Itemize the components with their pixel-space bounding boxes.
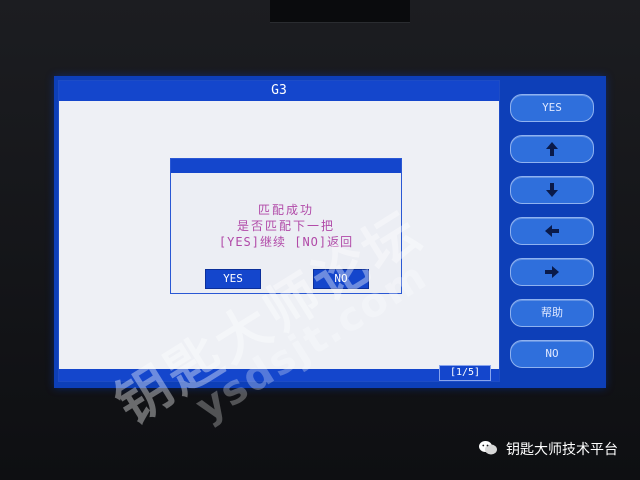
arrow-down-icon bbox=[542, 180, 562, 200]
window-title: G3 bbox=[59, 81, 499, 101]
dialog-no-button[interactable]: NO bbox=[313, 269, 369, 289]
wechat-icon bbox=[478, 440, 498, 460]
side-down-button[interactable] bbox=[510, 176, 594, 204]
arrow-right-icon bbox=[542, 262, 562, 282]
arrow-left-icon bbox=[542, 221, 562, 241]
dialog-title-bar bbox=[171, 159, 401, 173]
side-right-button[interactable] bbox=[510, 258, 594, 286]
side-button-panel: YES 帮助 NO bbox=[502, 80, 602, 380]
dialog-message-line3: [YES]继续 [NO]返回 bbox=[218, 235, 354, 249]
side-left-button[interactable] bbox=[510, 217, 594, 245]
side-no-button[interactable]: NO bbox=[510, 340, 594, 368]
dialog-yes-button[interactable]: YES bbox=[205, 269, 261, 289]
page-indicator: [1/5] bbox=[439, 365, 491, 381]
side-help-button[interactable]: 帮助 bbox=[510, 299, 594, 327]
status-bar bbox=[59, 369, 499, 381]
brand-label-area: 钥匙大师技术平台 bbox=[478, 439, 618, 460]
arrow-up-icon bbox=[542, 139, 562, 159]
device-top-strip bbox=[270, 0, 410, 23]
brand-label: 钥匙大师技术平台 bbox=[506, 442, 618, 458]
dialog-message-line2: 是否匹配下一把 bbox=[236, 219, 335, 233]
dialog-message-line1: 匹配成功 bbox=[257, 203, 314, 217]
side-up-button[interactable] bbox=[510, 135, 594, 163]
confirm-dialog: 匹配成功 是否匹配下一把 [YES]继续 [NO]返回 YES NO bbox=[170, 158, 402, 294]
side-yes-button[interactable]: YES bbox=[510, 94, 594, 122]
